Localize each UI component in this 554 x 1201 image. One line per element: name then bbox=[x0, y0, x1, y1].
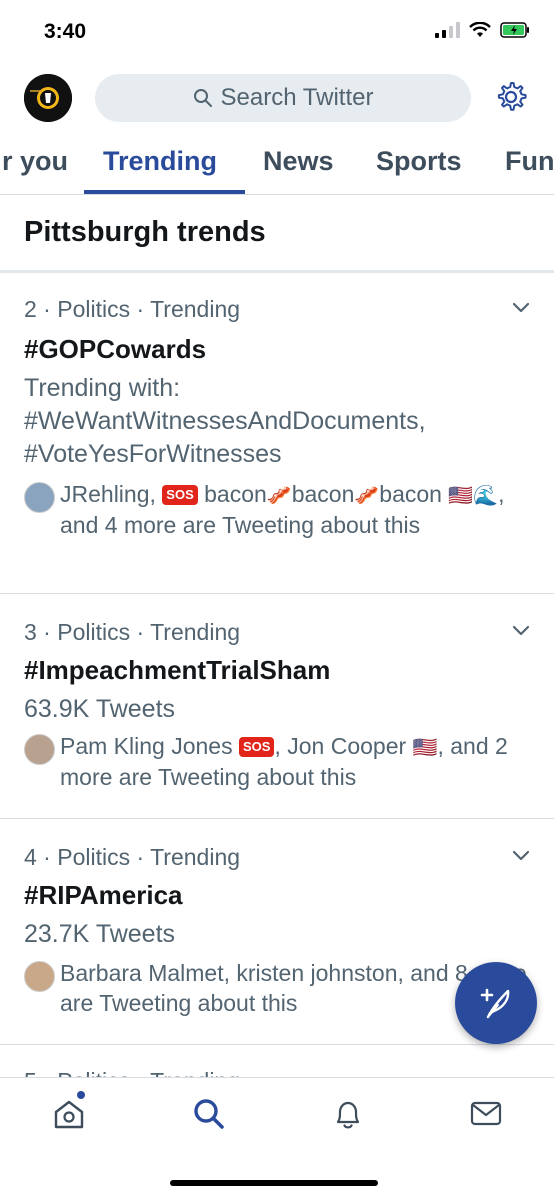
trend-meta: 3 · Politics · Trending bbox=[24, 619, 241, 645]
chevron-down-icon[interactable] bbox=[512, 625, 530, 637]
gear-icon[interactable] bbox=[494, 80, 528, 114]
tweeters-text: Pam Kling Jones SOS, Jon Cooper 🇺🇸, and … bbox=[60, 733, 508, 790]
status-time: 3:40 bbox=[44, 20, 87, 43]
tab-for-you[interactable]: r you bbox=[2, 146, 68, 177]
avatar bbox=[24, 482, 55, 513]
chevron-down-icon[interactable] bbox=[512, 850, 530, 862]
status-icons bbox=[435, 22, 530, 38]
tweeters-text: JRehling, SOS bacon🥓bacon🥓bacon 🇺🇸🌊, and… bbox=[60, 481, 505, 538]
active-tab-indicator bbox=[84, 190, 245, 194]
compose-feather-icon bbox=[480, 988, 510, 1019]
search-icon[interactable] bbox=[193, 1098, 225, 1130]
penguins-logo-icon bbox=[24, 74, 72, 122]
trend-subtitle-line: #WeWantWitnessesAndDocuments, bbox=[24, 407, 426, 435]
trend-item[interactable]: 3 · Politics · Trending #ImpeachmentTria… bbox=[0, 593, 554, 819]
trend-meta: 4 · Politics · Trending bbox=[24, 844, 241, 870]
avatar bbox=[24, 734, 55, 765]
trend-tweet-count: 23.7K Tweets bbox=[24, 920, 176, 948]
trend-name: #RIPAmerica bbox=[24, 880, 183, 910]
trend-subtitle-line: Trending with: bbox=[24, 374, 181, 402]
tab-fun[interactable]: Fun bbox=[505, 146, 554, 177]
home-icon[interactable] bbox=[52, 1098, 86, 1130]
trend-meta: 2 · Politics · Trending bbox=[24, 296, 241, 322]
tab-news[interactable]: News bbox=[263, 146, 334, 177]
chevron-down-icon[interactable] bbox=[512, 302, 530, 314]
compose-tweet-button[interactable] bbox=[455, 962, 537, 1044]
trend-name: #ImpeachmentTrialSham bbox=[24, 655, 331, 685]
notifications-icon[interactable] bbox=[332, 1098, 364, 1132]
section-title: Pittsburgh trends bbox=[24, 216, 266, 248]
notification-dot bbox=[77, 1091, 85, 1099]
profile-avatar[interactable] bbox=[24, 74, 72, 122]
wifi-icon bbox=[469, 22, 491, 37]
section-header: Pittsburgh trends bbox=[0, 196, 554, 273]
trend-tweet-count: 63.9K Tweets bbox=[24, 695, 176, 723]
trend-item[interactable]: 2 · Politics · Trending #GOPCowards Tren… bbox=[0, 272, 554, 594]
home-indicator bbox=[170, 1180, 378, 1186]
search-placeholder: Search Twitter bbox=[220, 84, 374, 111]
avatar bbox=[24, 961, 55, 992]
signal-icon bbox=[435, 22, 460, 38]
explore-tabs: r you Trending News Sports Fun bbox=[0, 132, 554, 195]
search-bar[interactable]: Search Twitter bbox=[95, 74, 471, 122]
battery-icon bbox=[500, 22, 529, 38]
tab-trending[interactable]: Trending bbox=[103, 146, 217, 177]
trend-subtitle-line: #VoteYesForWitnesses bbox=[24, 440, 282, 468]
status-bar: 3:40 bbox=[0, 0, 554, 66]
search-icon bbox=[193, 89, 212, 107]
trend-name: #GOPCowards bbox=[24, 334, 207, 364]
top-header: Search Twitter bbox=[0, 66, 554, 132]
tab-sports[interactable]: Sports bbox=[376, 146, 462, 177]
messages-icon[interactable] bbox=[469, 1098, 503, 1128]
